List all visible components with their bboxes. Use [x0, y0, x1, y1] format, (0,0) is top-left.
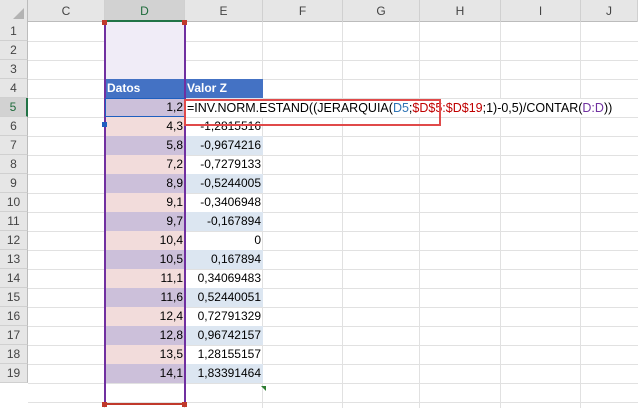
row-header-5[interactable]: 5	[0, 98, 28, 117]
cell-e13[interactable]: 0,167894	[185, 250, 263, 269]
range-reference-border-left	[104, 22, 106, 405]
cell-e9[interactable]: -0,5244005	[185, 174, 263, 193]
cell-d10[interactable]: 9,1	[105, 193, 185, 212]
cell-d16[interactable]: 12,4	[105, 307, 185, 326]
row-header-9[interactable]: 9	[0, 174, 28, 193]
cell-d15[interactable]: 11,6	[105, 288, 185, 307]
column-header-e[interactable]: E	[185, 0, 263, 22]
row-header-6[interactable]: 6	[0, 117, 28, 136]
cell-d6[interactable]: 4,3	[105, 117, 185, 136]
cell-reference-d5-border	[105, 98, 185, 117]
cell-d9[interactable]: 8,9	[105, 174, 185, 193]
cell-e12[interactable]: 0	[185, 231, 263, 250]
row-header-16[interactable]: 16	[0, 307, 28, 326]
row-header-11[interactable]: 11	[0, 212, 28, 231]
range-handle-top-right[interactable]	[182, 20, 187, 25]
formula-count-function: /CONTAR(	[522, 101, 583, 115]
range-reference-border-bottom	[104, 403, 186, 405]
cell-d13[interactable]: 10,5	[105, 250, 185, 269]
cell-d19[interactable]: 14,1	[105, 364, 185, 383]
cell-e11[interactable]: -0,167894	[185, 212, 263, 231]
cell-e16[interactable]: 0,72791329	[185, 307, 263, 326]
select-all-icon	[13, 8, 24, 19]
column-header-g[interactable]: G	[343, 0, 420, 22]
cell-e8[interactable]: -0,7279133	[185, 155, 263, 174]
row-header-4[interactable]: 4	[0, 79, 28, 98]
row-header-17[interactable]: 17	[0, 326, 28, 345]
range-handle-top-left[interactable]	[102, 20, 107, 25]
formula-closing: ))	[603, 101, 613, 115]
row-header-14[interactable]: 14	[0, 269, 28, 288]
row-header-3[interactable]: 3	[0, 60, 28, 79]
row-header-7[interactable]: 7	[0, 136, 28, 155]
column-header-i[interactable]: I	[501, 0, 581, 22]
gridline	[28, 383, 638, 384]
cell-e14[interactable]: 0,34069483	[185, 269, 263, 288]
column-header-c[interactable]: C	[28, 0, 105, 22]
cell-e7[interactable]: -0,9674216	[185, 136, 263, 155]
row-header-15[interactable]: 15	[0, 288, 28, 307]
table-resize-handle-icon[interactable]	[261, 386, 266, 391]
selected-range-tint	[105, 22, 185, 79]
cell-d11[interactable]: 9,7	[105, 212, 185, 231]
row-header-2[interactable]: 2	[0, 41, 28, 60]
cell-e18[interactable]: 1,28155157	[185, 345, 263, 364]
cell-d17[interactable]: 12,8	[105, 326, 185, 345]
select-all-corner[interactable]	[0, 0, 28, 22]
row-header-10[interactable]: 10	[0, 193, 28, 212]
row-header-19[interactable]: 19	[0, 364, 28, 383]
header-cell-valor-z[interactable]: Valor Z	[185, 79, 263, 98]
row-header-12[interactable]: 12	[0, 231, 28, 250]
cell-e19[interactable]: 1,83391464	[185, 364, 263, 383]
cell-d7[interactable]: 5,8	[105, 136, 185, 155]
cell-d12[interactable]: 10,4	[105, 231, 185, 250]
formula-rank-tail: ;1)-0,5)	[482, 101, 523, 115]
cell-d14[interactable]: 11,1	[105, 269, 185, 288]
reference-handle-d5[interactable]	[102, 122, 107, 127]
range-reference-border-right	[184, 22, 186, 405]
cell-e15[interactable]: 0,52440051	[185, 288, 263, 307]
cell-e17[interactable]: 0,96742157	[185, 326, 263, 345]
formula-ref-column-d: D:D	[582, 101, 604, 115]
row-header-1[interactable]: 1	[0, 22, 28, 41]
column-header-h[interactable]: H	[420, 0, 501, 22]
cell-d8[interactable]: 7,2	[105, 155, 185, 174]
row-header-18[interactable]: 18	[0, 345, 28, 364]
cell-e10[interactable]: -0,3406948	[185, 193, 263, 212]
column-header-j[interactable]: J	[581, 0, 638, 22]
row-header-8[interactable]: 8	[0, 155, 28, 174]
row-header-13[interactable]: 13	[0, 250, 28, 269]
column-header-f[interactable]: F	[263, 0, 343, 22]
column-header-d[interactable]: D	[105, 0, 185, 22]
cell-d18[interactable]: 13,5	[105, 345, 185, 364]
formula-highlight-box	[184, 99, 441, 126]
header-cell-datos[interactable]: Datos	[105, 79, 185, 98]
